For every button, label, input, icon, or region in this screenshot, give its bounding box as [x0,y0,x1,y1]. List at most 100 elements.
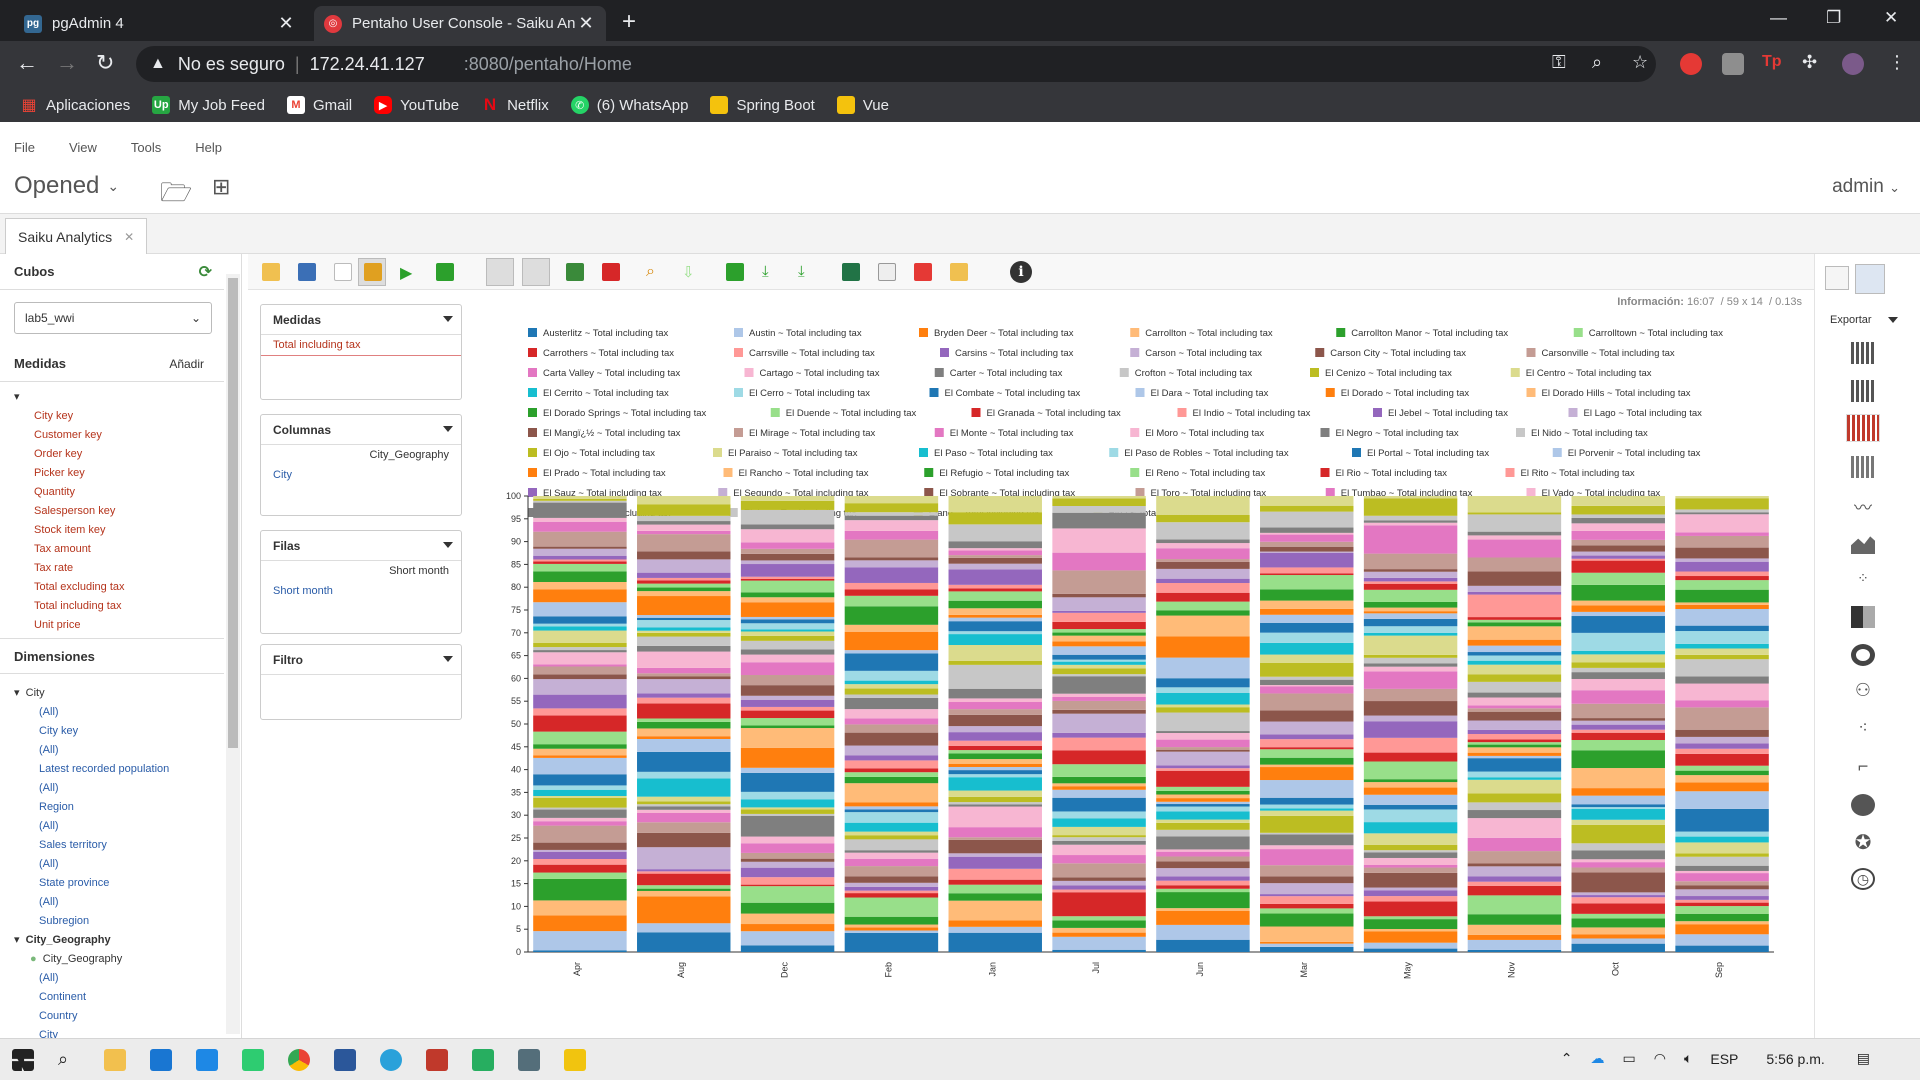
line-chart-icon[interactable]: 〰 [1851,494,1875,518]
wifi-icon[interactable]: ◠ [1654,1050,1666,1067]
bookmark-whatsapp[interactable]: ✆ (6) WhatsApp [570,96,688,114]
level-item[interactable]: (All) [0,779,224,798]
dimension-city[interactable]: ▾ City [0,684,224,703]
calendar-icon[interactable] [196,1049,218,1071]
level-item[interactable]: City key [0,722,224,741]
level-chip[interactable]: Short month [261,581,461,601]
filter-dropzone[interactable]: Filtro [260,644,462,720]
table-view-icon[interactable] [1825,266,1849,290]
level-item[interactable]: (All) [0,703,224,722]
export-menu[interactable]: Exportar [1830,314,1898,326]
new-file-icon[interactable]: ⊞ [212,174,230,200]
browser-tab-pentaho[interactable]: ◎ Pentaho User Console - Saiku An ✕ [314,6,606,41]
bookmark-springboot[interactable]: Spring Boot [710,96,815,114]
info-icon[interactable]: i [1010,261,1032,283]
word-icon[interactable] [334,1049,356,1071]
level-item[interactable]: (All) [0,969,224,988]
measure-chip[interactable]: Total including tax [261,335,461,356]
extension-icon[interactable]: Tp [1762,53,1784,75]
stacked-bar-icon[interactable] [1851,456,1875,478]
bookmark-youtube[interactable]: ▶ YouTube [374,96,459,114]
dot-plot-icon[interactable]: ⁘ [1851,570,1875,592]
measure-item[interactable]: Tax amount [0,540,224,559]
bookmark-netflix[interactable]: N Netflix [481,95,549,114]
export-down-icon[interactable]: ⤓ [798,263,816,281]
csv-icon[interactable] [878,263,896,281]
collapse-icon[interactable]: ▾ [0,388,224,407]
rows-dropzone[interactable]: Filas Short month Short month [260,530,462,634]
level-chip[interactable]: City [261,465,461,485]
pdf-icon[interactable] [914,263,932,281]
address-bar[interactable]: ▲ No es seguro | 172.24.41.127:8080/pent… [136,46,1656,82]
measure-item[interactable]: Customer key [0,426,224,445]
multiple-bar-icon[interactable] [1851,380,1875,402]
close-tab-icon[interactable]: ✕ [576,13,596,34]
new-query-icon[interactable] [334,263,352,281]
left-scrollbar[interactable] [226,274,240,1034]
minimize-icon[interactable]: — [1770,8,1787,28]
level-item[interactable]: (All) [0,741,224,760]
bar-chart-icon[interactable] [1851,342,1875,364]
measure-item[interactable]: Tax rate [0,559,224,578]
measure-item[interactable]: Order key [0,445,224,464]
chrome-icon[interactable] [288,1049,310,1071]
hierarchy-city-geography[interactable]: ● City_Geography [0,950,224,969]
level-item[interactable]: (All) [0,855,224,874]
zoom-icon[interactable]: ⌕ [1592,52,1602,73]
clock-time[interactable]: 5:56 p.m. [1766,1051,1824,1067]
mdx-icon[interactable] [950,263,968,281]
radar-icon[interactable]: ✪ [1851,830,1875,854]
forward-icon[interactable]: → [56,50,78,76]
measure-item[interactable]: Unit price [0,616,224,635]
app-icon[interactable] [518,1049,540,1071]
level-item[interactable]: (All) [0,817,224,836]
cube-select[interactable]: lab5_wwi ⌄ [14,302,212,334]
bubble-icon[interactable] [1851,794,1875,816]
drill-through-icon[interactable] [726,263,744,281]
measure-item[interactable]: Stock item key [0,521,224,540]
volume-icon[interactable]: 🔈︎ [1684,1050,1692,1067]
bookmark-jobfeed[interactable]: Up My Job Feed [152,96,265,114]
close-icon[interactable]: ✕ [124,230,134,244]
run-icon[interactable]: ▶ [400,263,418,282]
bookmark-gmail[interactable]: M Gmail [286,96,352,114]
measure-item[interactable]: Salesperson key [0,502,224,521]
measure-item[interactable]: City key [0,407,224,426]
menu-help[interactable]: Help [195,140,222,155]
export-down-icon[interactable]: ⤓ [762,263,780,281]
save-icon[interactable] [298,263,316,281]
chevron-down-icon[interactable] [443,542,453,548]
app-icon[interactable] [564,1049,586,1071]
back-icon[interactable]: ← [16,50,38,76]
chevron-down-icon[interactable] [443,316,453,322]
onedrive-icon[interactable]: ☁ [1591,1050,1605,1067]
close-tab-icon[interactable]: ✕ [276,13,296,34]
windows-start-icon[interactable] [12,1049,34,1071]
menu-tools[interactable]: Tools [131,140,161,155]
app-icon[interactable] [242,1049,264,1071]
notifications-icon[interactable]: ▤ [1857,1050,1870,1067]
app-icon[interactable] [426,1049,448,1071]
pie-chart-icon[interactable] [1851,644,1875,666]
key-icon[interactable]: ⚿ [1552,52,1566,73]
bookmark-vue[interactable]: Vue [836,96,889,114]
level-item[interactable]: Sales territory [0,836,224,855]
measures-dropzone[interactable]: Medidas Total including tax [260,304,462,400]
chart-view-icon[interactable] [1855,264,1885,294]
level-item[interactable]: Continent [0,988,224,1007]
close-window-icon[interactable]: ✕ [1884,8,1898,28]
extension-icon[interactable] [1722,53,1744,75]
level-item[interactable]: Country [0,1007,224,1026]
measure-item[interactable]: Total including tax [0,597,224,616]
app-icon[interactable] [472,1049,494,1071]
level-item[interactable]: (All) [0,893,224,912]
chevron-down-icon[interactable] [443,426,453,432]
extension-icon[interactable] [1680,53,1702,75]
stacked-100-bar-icon[interactable] [1846,414,1880,442]
open-query-icon[interactable] [262,263,280,281]
scrollbar-thumb[interactable] [228,278,238,748]
measure-item[interactable]: Picker key [0,464,224,483]
add-measure-button[interactable]: Añadir [169,357,204,371]
waterfall-icon[interactable]: ⌐ [1851,756,1875,778]
hide-parents-icon[interactable] [566,263,584,281]
